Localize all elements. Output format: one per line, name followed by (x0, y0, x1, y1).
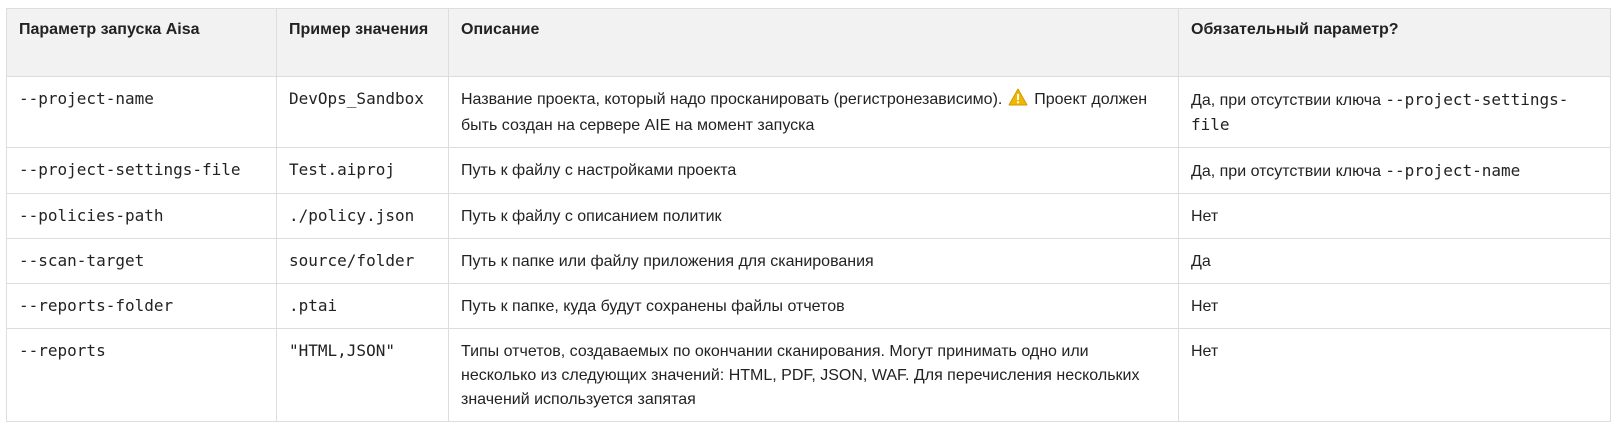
table-row: --project-settings-file Test.aiproj Путь… (6, 147, 1611, 194)
required-text: Да, при отсутствии ключа (1191, 163, 1386, 180)
required-code: --project-name (1385, 161, 1521, 180)
table-header-row: Параметр запуска Aisa Пример значения Оп… (6, 8, 1611, 77)
required-cell: Нет (1178, 283, 1611, 329)
header-required: Обязательный параметр? (1178, 8, 1611, 77)
example-cell: .ptai (276, 283, 449, 329)
header-param: Параметр запуска Aisa (6, 8, 277, 77)
example-cell: DevOps_Sandbox (276, 76, 449, 148)
required-cell: Нет (1178, 193, 1611, 239)
table-row: --reports "HTML,JSON" Типы отчетов, созд… (6, 328, 1611, 422)
description-cell: Путь к файлу с описанием политик (448, 193, 1179, 239)
parameters-table: Параметр запуска Aisa Пример значения Оп… (6, 8, 1611, 422)
required-text: Да, при отсутствии ключа (1191, 92, 1386, 109)
description-cell: Типы отчетов, создаваемых по окончании с… (448, 328, 1179, 422)
param-cell: --policies-path (6, 193, 277, 239)
required-cell: Да, при отсутствии ключа --project-name (1178, 147, 1611, 194)
required-cell: Нет (1178, 328, 1611, 422)
table-row: --scan-target source/folder Путь к папке… (6, 238, 1611, 284)
description-cell: Путь к папке или файлу приложения для ск… (448, 238, 1179, 284)
table-row: --project-name DevOps_Sandbox Название п… (6, 76, 1611, 148)
example-cell: "HTML,JSON" (276, 328, 449, 422)
required-cell: Да (1178, 238, 1611, 284)
required-cell: Да, при отсутствии ключа --project-setti… (1178, 76, 1611, 148)
table-row: --policies-path ./policy.json Путь к фай… (6, 193, 1611, 239)
param-cell: --reports-folder (6, 283, 277, 329)
table-row: --reports-folder .ptai Путь к папке, куд… (6, 283, 1611, 329)
parameters-table-wrapper: Параметр запуска Aisa Пример значения Оп… (6, 8, 1611, 422)
example-cell: Test.aiproj (276, 147, 449, 194)
description-cell: Название проекта, который надо просканир… (448, 76, 1179, 148)
description-cell: Путь к папке, куда будут сохранены файлы… (448, 283, 1179, 329)
param-cell: --scan-target (6, 238, 277, 284)
header-example: Пример значения (276, 8, 449, 77)
param-cell: --project-name (6, 76, 277, 148)
description-text: Название проекта, который надо просканир… (461, 91, 1003, 108)
example-cell: source/folder (276, 238, 449, 284)
header-description: Описание (448, 8, 1179, 77)
example-cell: ./policy.json (276, 193, 449, 239)
warning-icon (1008, 88, 1028, 114)
description-cell: Путь к файлу с настройками проекта (448, 147, 1179, 194)
param-cell: --project-settings-file (6, 147, 277, 194)
param-cell: --reports (6, 328, 277, 422)
